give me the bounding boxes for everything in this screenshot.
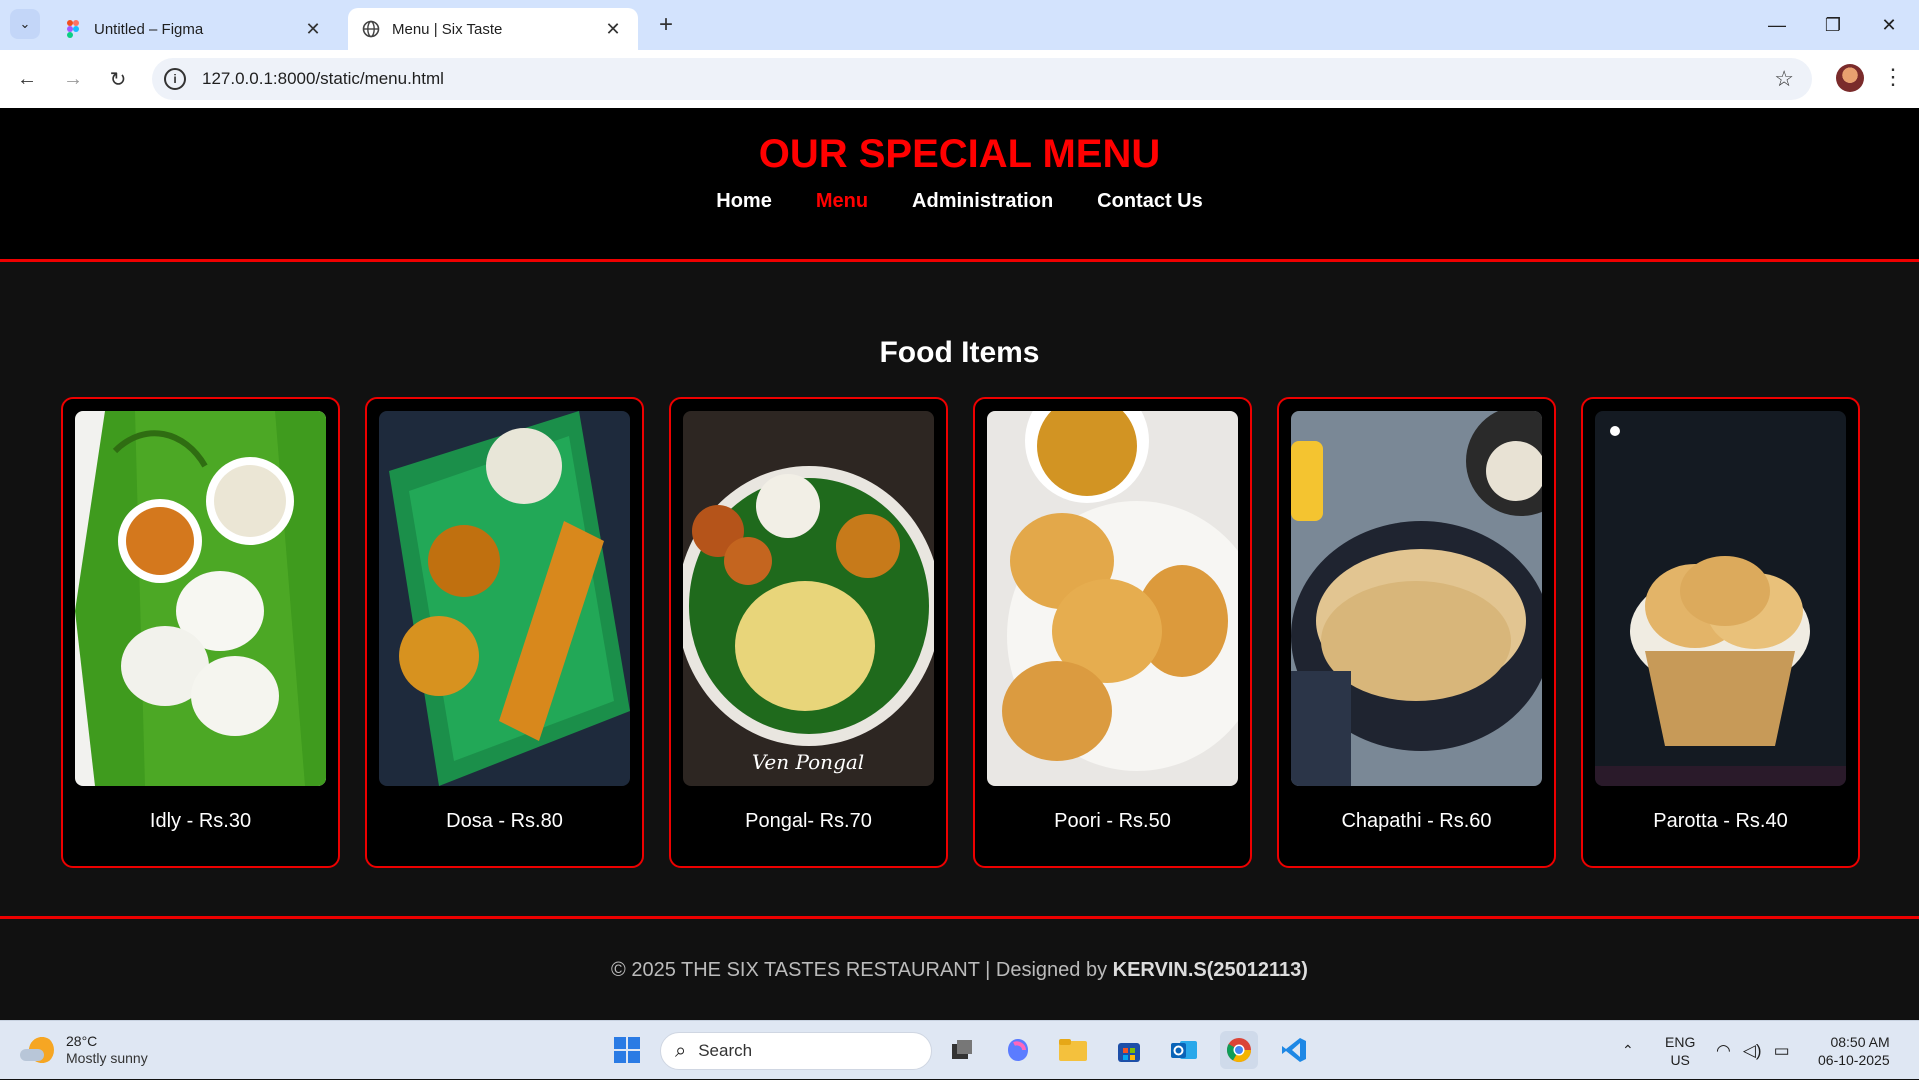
food-label: Idly - Rs.30: [149, 810, 252, 832]
show-hidden-icons[interactable]: ⌃: [1622, 1021, 1634, 1080]
outlook-icon[interactable]: [1165, 1031, 1203, 1069]
idly-image: [75, 411, 326, 786]
url-field[interactable]: i 127.0.0.1:8000/static/menu.html ☆: [152, 58, 1812, 100]
taskbar: 28°C Mostly sunny ⌕ Search ⌃ ENG US ◠ ◁)…: [0, 1020, 1919, 1079]
food-label: Dosa - Rs.80: [446, 810, 563, 832]
figma-icon: [64, 20, 82, 38]
tab-figma[interactable]: Untitled – Figma ✕: [50, 8, 338, 50]
food-card-chapathi: Chapathi - Rs.60: [1277, 397, 1556, 868]
site-info-icon[interactable]: i: [164, 68, 186, 90]
close-icon[interactable]: ✕: [602, 19, 624, 40]
new-tab-button[interactable]: +: [652, 12, 680, 40]
search-icon: ⌕: [675, 1039, 687, 1062]
store-icon[interactable]: [1110, 1031, 1148, 1069]
chapathi-image: [1291, 411, 1542, 786]
restore-button[interactable]: ❐: [1806, 0, 1860, 50]
food-card-parotta: Parotta - Rs.40: [1581, 397, 1860, 868]
task-view-icon[interactable]: [943, 1031, 981, 1069]
nav-home[interactable]: Home: [716, 190, 772, 213]
tab-title: Menu | Six Taste: [392, 20, 503, 38]
site-nav: Home Menu Administration Contact Us: [0, 190, 1919, 213]
tab-search-button[interactable]: ⌄: [10, 9, 40, 39]
footer-designer: KERVIN.S(25012113): [1112, 959, 1308, 981]
language-indicator[interactable]: ENG US: [1665, 1021, 1695, 1080]
food-card-poori: Poori - Rs.50: [973, 397, 1252, 868]
browser-tab-bar: ⌄ Untitled – Figma ✕ Menu | Six Taste ✕ …: [0, 0, 1919, 50]
section-title: Food Items: [879, 336, 1040, 369]
nav-contact-us[interactable]: Contact Us: [1097, 190, 1203, 213]
food-card-dosa: Dosa - Rs.80: [365, 397, 644, 868]
lang-top: ENG: [1665, 1033, 1696, 1050]
system-tray[interactable]: ◠ ◁) ▭: [1716, 1021, 1790, 1080]
weather-temp: 28°C: [66, 1033, 98, 1049]
food-label: Chapathi - Rs.60: [1341, 810, 1492, 832]
windows-start-icon[interactable]: [608, 1031, 646, 1069]
close-icon[interactable]: ✕: [302, 19, 324, 40]
forward-button[interactable]: →: [58, 64, 88, 94]
bookmark-star-icon[interactable]: ☆: [1774, 66, 1794, 92]
food-card-pongal: Ven Pongal Pongal- Rs.70: [669, 397, 948, 868]
parotta-image: [1595, 411, 1846, 786]
weather-sun-icon: [20, 1035, 54, 1065]
clock-date: 06-10-2025: [1818, 1051, 1890, 1068]
pongal-image: Ven Pongal: [683, 411, 934, 786]
taskbar-search[interactable]: ⌕ Search: [660, 1032, 932, 1070]
nav-menu[interactable]: Menu: [816, 190, 868, 213]
weather-condition: Mostly sunny: [66, 1050, 148, 1066]
food-card-idly: Idly - Rs.30: [61, 397, 340, 868]
tab-title: Untitled – Figma: [94, 20, 204, 38]
vscode-icon[interactable]: [1275, 1031, 1313, 1069]
clock[interactable]: 08:50 AM 06-10-2025: [1818, 1021, 1890, 1080]
file-explorer-icon[interactable]: [1054, 1031, 1092, 1069]
globe-icon: [362, 20, 380, 38]
food-label: Poori - Rs.50: [1054, 810, 1171, 832]
url-text: 127.0.0.1:8000/static/menu.html: [202, 69, 444, 88]
pongal-caption: Ven Pongal: [752, 750, 864, 774]
address-bar: ← → ↻ i 127.0.0.1:8000/static/menu.html …: [0, 50, 1919, 108]
food-label: Pongal- Rs.70: [745, 810, 872, 832]
back-button[interactable]: ←: [12, 64, 42, 94]
lang-bottom: US: [1670, 1051, 1690, 1068]
clock-time: 08:50 AM: [1830, 1033, 1890, 1050]
tab-menu[interactable]: Menu | Six Taste ✕: [348, 8, 638, 50]
food-label: Parotta - Rs.40: [1653, 810, 1788, 832]
battery-icon: ▭: [1773, 1040, 1790, 1060]
search-placeholder: Search: [698, 1041, 753, 1060]
volume-icon: ◁): [1742, 1040, 1762, 1060]
wifi-icon: ◠: [1716, 1040, 1731, 1060]
footer-text: © 2025 THE SIX TASTES RESTAURANT | Desig…: [0, 959, 1919, 982]
footer-copyright: © 2025 THE SIX TASTES RESTAURANT | Desig…: [611, 959, 1113, 981]
poori-image: [987, 411, 1238, 786]
reload-button[interactable]: ↻: [103, 64, 133, 94]
profile-avatar[interactable]: [1836, 64, 1864, 92]
site-footer: © 2025 THE SIX TASTES RESTAURANT | Desig…: [0, 916, 1919, 1020]
dosa-image: [379, 411, 630, 786]
close-window-button[interactable]: ✕: [1862, 0, 1916, 50]
chrome-icon[interactable]: [1220, 1031, 1258, 1069]
copilot-icon[interactable]: [999, 1031, 1037, 1069]
minimize-button[interactable]: —: [1750, 0, 1804, 50]
weather-widget[interactable]: 28°C Mostly sunny: [20, 1033, 148, 1067]
nav-administration[interactable]: Administration: [912, 190, 1053, 213]
more-menu-icon[interactable]: ⋮: [1882, 64, 1904, 90]
page-title: OUR SPECIAL MENU: [758, 132, 1161, 176]
site-header: OUR SPECIAL MENU Home Menu Administratio…: [0, 108, 1919, 262]
web-page: OUR SPECIAL MENU Home Menu Administratio…: [0, 108, 1919, 1020]
